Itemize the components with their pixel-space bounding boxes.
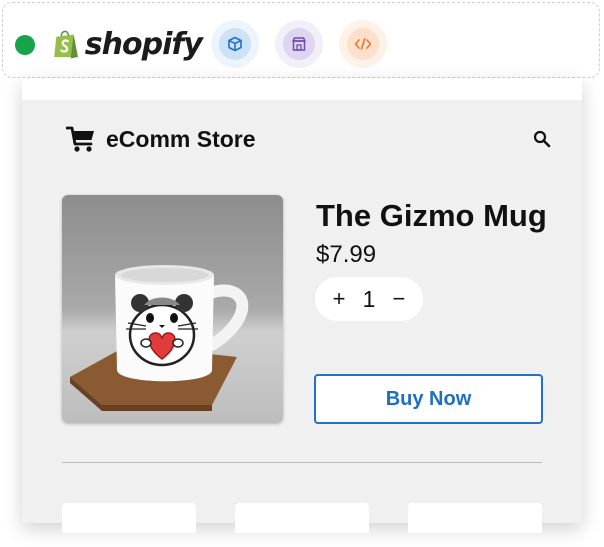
decrement-button[interactable]: − (389, 286, 409, 312)
divider (62, 462, 542, 463)
mug-illustration (70, 265, 249, 411)
quantity-value: 1 (362, 285, 376, 312)
top-toolbar: shopify (2, 2, 600, 78)
brand-name: shopify (84, 26, 203, 62)
box-icon (228, 36, 242, 52)
status-indicator (15, 35, 35, 55)
store-header: eComm Store (66, 122, 551, 156)
buy-now-button[interactable]: Buy Now (314, 374, 543, 424)
code-tool-button[interactable] (339, 20, 387, 68)
storefront-tool-button[interactable] (275, 20, 323, 68)
product-title: The Gizmo Mug (316, 198, 547, 233)
box-tool-button[interactable] (211, 20, 259, 68)
shopify-logo[interactable]: shopify (52, 20, 203, 68)
preview-top-strip (22, 78, 582, 100)
related-product-card[interactable] (235, 503, 369, 533)
related-product-card[interactable] (408, 503, 542, 533)
shopify-bag-icon (54, 30, 78, 59)
store-preview: eComm Store The Gizmo Mug $7.99 + 1 − Bu… (22, 78, 582, 533)
product-image[interactable] (62, 195, 283, 423)
product-price: $7.99 (316, 241, 377, 268)
increment-button[interactable]: + (329, 286, 349, 312)
store-name: eComm Store (106, 125, 256, 152)
search-icon[interactable] (532, 129, 552, 149)
quantity-stepper: + 1 − (315, 277, 423, 321)
storefront-icon (292, 37, 306, 51)
code-icon (354, 38, 372, 50)
cart-icon[interactable] (66, 124, 96, 154)
related-product-card[interactable] (62, 503, 196, 533)
